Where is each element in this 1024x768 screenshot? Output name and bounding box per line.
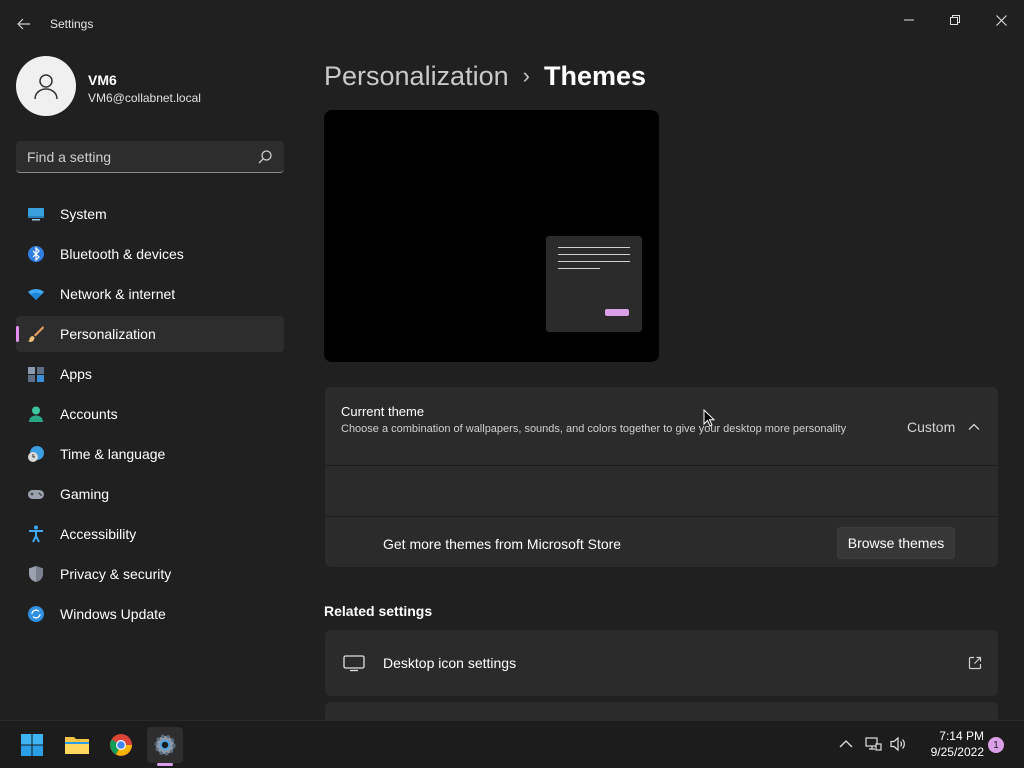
current-theme-description: Choose a combination of wallpapers, soun…: [341, 423, 847, 435]
minimize-button[interactable]: [886, 4, 932, 36]
active-app-indicator: [157, 763, 173, 766]
user-name: VM6: [88, 72, 117, 88]
back-arrow-icon: [17, 18, 30, 30]
sidebar-item-network[interactable]: Network & internet: [16, 276, 284, 312]
sidebar-item-time-language[interactable]: Time & language: [16, 436, 284, 472]
open-external-icon: [968, 656, 982, 670]
start-button[interactable]: [14, 727, 50, 763]
chevron-up-icon[interactable]: [967, 420, 981, 434]
sidebar-item-label: Bluetooth & devices: [60, 246, 184, 262]
browse-themes-button[interactable]: Browse themes: [837, 527, 955, 559]
close-button[interactable]: [978, 4, 1024, 36]
system-clock[interactable]: 7:14 PM 9/25/2022: [916, 728, 984, 760]
search-input[interactable]: Find a setting: [16, 141, 284, 173]
current-theme-title: Current theme: [341, 404, 425, 419]
sidebar-item-accessibility[interactable]: Accessibility: [16, 516, 284, 552]
sidebar-item-label: Privacy & security: [60, 566, 172, 582]
sidebar-item-personalization[interactable]: Personalization: [16, 316, 284, 352]
file-explorer-button[interactable]: [59, 727, 95, 763]
sidebar-item-label: Accessibility: [60, 526, 137, 542]
sidebar-item-label: Accounts: [60, 406, 118, 422]
search-placeholder: Find a setting: [27, 149, 112, 165]
monitor-icon: [343, 655, 365, 672]
sidebar-item-label: Gaming: [60, 486, 110, 502]
sidebar-item-windows-update[interactable]: Windows Update: [16, 596, 284, 632]
minimize-icon: [904, 19, 914, 21]
system-icon: [28, 208, 44, 221]
sidebar-item-label: Personalization: [60, 326, 156, 342]
back-button[interactable]: [12, 12, 36, 36]
volume-icon[interactable]: [889, 735, 907, 753]
chrome-icon: [110, 734, 132, 756]
accessibility-icon: [29, 525, 43, 543]
title-bar: Settings: [0, 0, 1024, 48]
breadcrumb: Personalization › Themes: [324, 58, 646, 94]
breadcrumb-parent[interactable]: Personalization: [324, 61, 509, 92]
close-icon: [995, 14, 1007, 26]
related-item-partial[interactable]: [325, 702, 998, 720]
chevron-up-icon[interactable]: [837, 735, 855, 753]
restore-icon: [950, 15, 960, 25]
sidebar-item-label: Apps: [60, 366, 92, 382]
sidebar-item-apps[interactable]: Apps: [16, 356, 284, 392]
clock-date: 9/25/2022: [930, 745, 984, 759]
current-theme-value: Custom: [907, 419, 956, 435]
sidebar-item-label: Network & internet: [60, 286, 176, 302]
file-explorer-icon: [65, 737, 89, 754]
sidebar-nav: System Bluetooth & devices Network & int…: [16, 196, 284, 636]
user-email: VM6@collabnet.local: [88, 91, 201, 105]
wifi-icon: [28, 289, 44, 300]
settings-taskbar-button[interactable]: [147, 727, 183, 763]
current-theme-card: Current theme Choose a combination of wa…: [325, 387, 998, 567]
search-icon: [258, 150, 272, 164]
preview-window: [546, 236, 642, 332]
app-title: Settings: [50, 17, 94, 31]
breadcrumb-separator: ›: [522, 63, 530, 88]
sidebar-item-bluetooth[interactable]: Bluetooth & devices: [16, 236, 284, 272]
theme-gallery-area: [325, 467, 998, 517]
clock-globe-icon: [28, 446, 44, 462]
page-title: Themes: [543, 60, 646, 91]
chrome-button[interactable]: [103, 727, 139, 763]
sidebar-item-label: Windows Update: [60, 606, 166, 622]
sidebar-item-label: System: [60, 206, 107, 222]
current-theme-header[interactable]: Current theme Choose a combination of wa…: [325, 387, 998, 466]
sidebar-item-label: Time & language: [60, 446, 166, 462]
accounts-icon: [29, 406, 43, 422]
avatar: [16, 56, 76, 116]
apps-icon: [28, 367, 44, 382]
theme-preview: [324, 110, 659, 362]
taskbar: 7:14 PM 9/25/2022 1: [0, 720, 1024, 768]
sidebar-item-privacy[interactable]: Privacy & security: [16, 556, 284, 592]
shield-icon: [29, 566, 43, 582]
user-avatar-icon: [34, 74, 58, 100]
preview-accent-button: [605, 309, 629, 316]
update-icon: [28, 606, 44, 622]
related-settings-title: Related settings: [324, 603, 433, 619]
desktop-icon-settings-item[interactable]: Desktop icon settings: [325, 630, 998, 696]
user-profile[interactable]: VM6 VM6@collabnet.local: [16, 56, 286, 118]
brush-icon: [28, 326, 44, 342]
windows-start-icon: [21, 734, 43, 756]
bluetooth-icon: [28, 246, 44, 262]
notification-badge[interactable]: 1: [988, 737, 1004, 753]
theme-store-row: Get more themes from Microsoft Store Bro…: [325, 518, 998, 567]
restore-button[interactable]: [932, 4, 978, 36]
store-text: Get more themes from Microsoft Store: [383, 536, 622, 552]
settings-gear-icon: [154, 734, 176, 756]
network-icon[interactable]: [864, 735, 882, 753]
sidebar-item-system[interactable]: System: [16, 196, 284, 232]
sidebar-item-gaming[interactable]: Gaming: [16, 476, 284, 512]
sidebar-item-accounts[interactable]: Accounts: [16, 396, 284, 432]
related-item-label: Desktop icon settings: [383, 655, 517, 671]
gamepad-icon: [28, 490, 44, 499]
clock-time: 7:14 PM: [939, 729, 984, 743]
mouse-cursor-icon: [703, 409, 715, 427]
